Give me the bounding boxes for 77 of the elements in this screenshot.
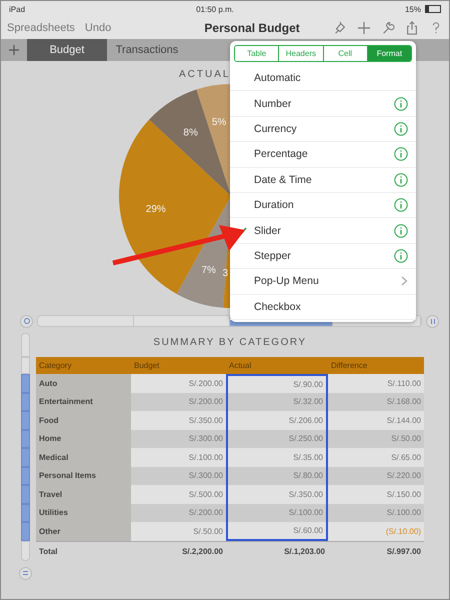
- info-icon[interactable]: [394, 248, 408, 263]
- table-cell-text: S/.144.00: [386, 414, 422, 427]
- table-cell-text: S/.200.00: [188, 378, 224, 390]
- document-title: Personal Budget: [203, 21, 301, 35]
- format-option[interactable]: Automatic: [254, 72, 416, 84]
- table-cell: Home: [36, 430, 131, 448]
- info-icon[interactable]: [394, 172, 408, 187]
- sheet-tab[interactable]: Transactions: [107, 39, 187, 61]
- table-cell: Auto: [36, 374, 131, 392]
- table-cell-text: S/.50.00: [390, 433, 422, 446]
- table-cell: Utilities: [36, 504, 131, 522]
- add-sheet-icon[interactable]: [9, 45, 19, 55]
- slice-label: 7%: [202, 264, 216, 276]
- format-option[interactable]: Duration: [254, 199, 394, 212]
- table-cell: Food: [36, 411, 131, 430]
- total-cell-text: Total: [38, 546, 59, 558]
- table-cell-text: S/.200.00: [188, 507, 224, 520]
- table-title: SUMMARY BY CATEGORY: [152, 336, 308, 350]
- table-cell-text: S/.100.00: [386, 507, 422, 520]
- format-option[interactable]: Slider: [254, 224, 394, 237]
- info-icon[interactable]: [394, 147, 408, 162]
- column-header: Difference: [330, 360, 368, 372]
- format-option[interactable]: Pop-Up Menu: [254, 275, 401, 288]
- chevron-icon[interactable]: [401, 276, 408, 286]
- battery-icon: [425, 5, 441, 13]
- total-cell-text: S/.1,203.00: [283, 546, 326, 558]
- table-cell-text: S/.100.00: [188, 452, 224, 464]
- table-cell-text: (S/.10.00): [384, 526, 422, 538]
- format-option[interactable]: Stepper: [254, 250, 394, 262]
- table-cell: Travel: [36, 485, 131, 504]
- table-cell-text: S/.200.00: [188, 396, 224, 408]
- format-option[interactable]: Currency: [254, 122, 394, 135]
- slice-label: 8%: [183, 127, 198, 138]
- chart-title: ACTUAL: [179, 69, 230, 80]
- format-option[interactable]: Percentage: [254, 148, 394, 160]
- table-cell-text: S/.220.00: [386, 470, 422, 482]
- format-option[interactable]: Date & Time: [254, 174, 394, 186]
- table-cell-text: S/.300.00: [188, 470, 224, 482]
- info-icon[interactable]: [394, 224, 408, 238]
- table-cell: Other: [36, 522, 131, 540]
- table-cell-text: S/.350.00: [188, 414, 224, 427]
- info-icon[interactable]: [394, 96, 408, 111]
- column-header: Category: [38, 360, 72, 372]
- total-cell-text: S/.2,200.00: [181, 546, 224, 558]
- table-cell: Medical: [36, 448, 131, 466]
- info-icon[interactable]: [394, 122, 408, 136]
- format-option[interactable]: Number: [254, 98, 394, 110]
- row-selector[interactable]: [21, 540, 30, 560]
- slice-label: 29%: [146, 204, 166, 215]
- row-handle-icon[interactable]: [19, 566, 32, 580]
- format-option[interactable]: Checkbox: [254, 300, 416, 313]
- total-cell-text: S/.997.00: [386, 546, 422, 558]
- table-cell-text: S/.65.00: [390, 452, 422, 464]
- table-cell-text: S/.110.00: [386, 378, 422, 390]
- column-header: Budget: [133, 360, 160, 372]
- share-icon[interactable]: [405, 21, 419, 35]
- table-cell-text: S/.500.00: [188, 488, 224, 501]
- table-cell: Personal Items: [36, 466, 131, 485]
- add-icon[interactable]: [357, 21, 371, 35]
- slice-label: 5%: [212, 116, 226, 128]
- battery-percent: 15%: [404, 4, 421, 14]
- column-header: Actual: [228, 360, 252, 372]
- table-cell-text: S/.50.00: [192, 526, 224, 538]
- table-cell-text: S/.150.00: [386, 488, 422, 501]
- status-time: 01:50 p.m.: [195, 4, 235, 14]
- column-handle-icon[interactable]: [426, 314, 439, 328]
- device-name: iPad: [9, 4, 26, 14]
- info-icon[interactable]: [394, 198, 408, 212]
- toolbar-button[interactable]: Undo: [84, 22, 112, 34]
- segment-tab[interactable]: Format: [368, 46, 411, 61]
- sheet-tab[interactable]: Budget: [27, 39, 107, 61]
- table-cell-text: S/.168.00: [386, 396, 422, 408]
- table-cell-text: S/.300.00: [188, 433, 224, 446]
- toolbar-button[interactable]: Spreadsheets: [7, 22, 75, 34]
- table-handle-icon[interactable]: [20, 314, 33, 328]
- wrench-icon[interactable]: [381, 21, 395, 35]
- table-cell: Entertainment: [36, 392, 131, 411]
